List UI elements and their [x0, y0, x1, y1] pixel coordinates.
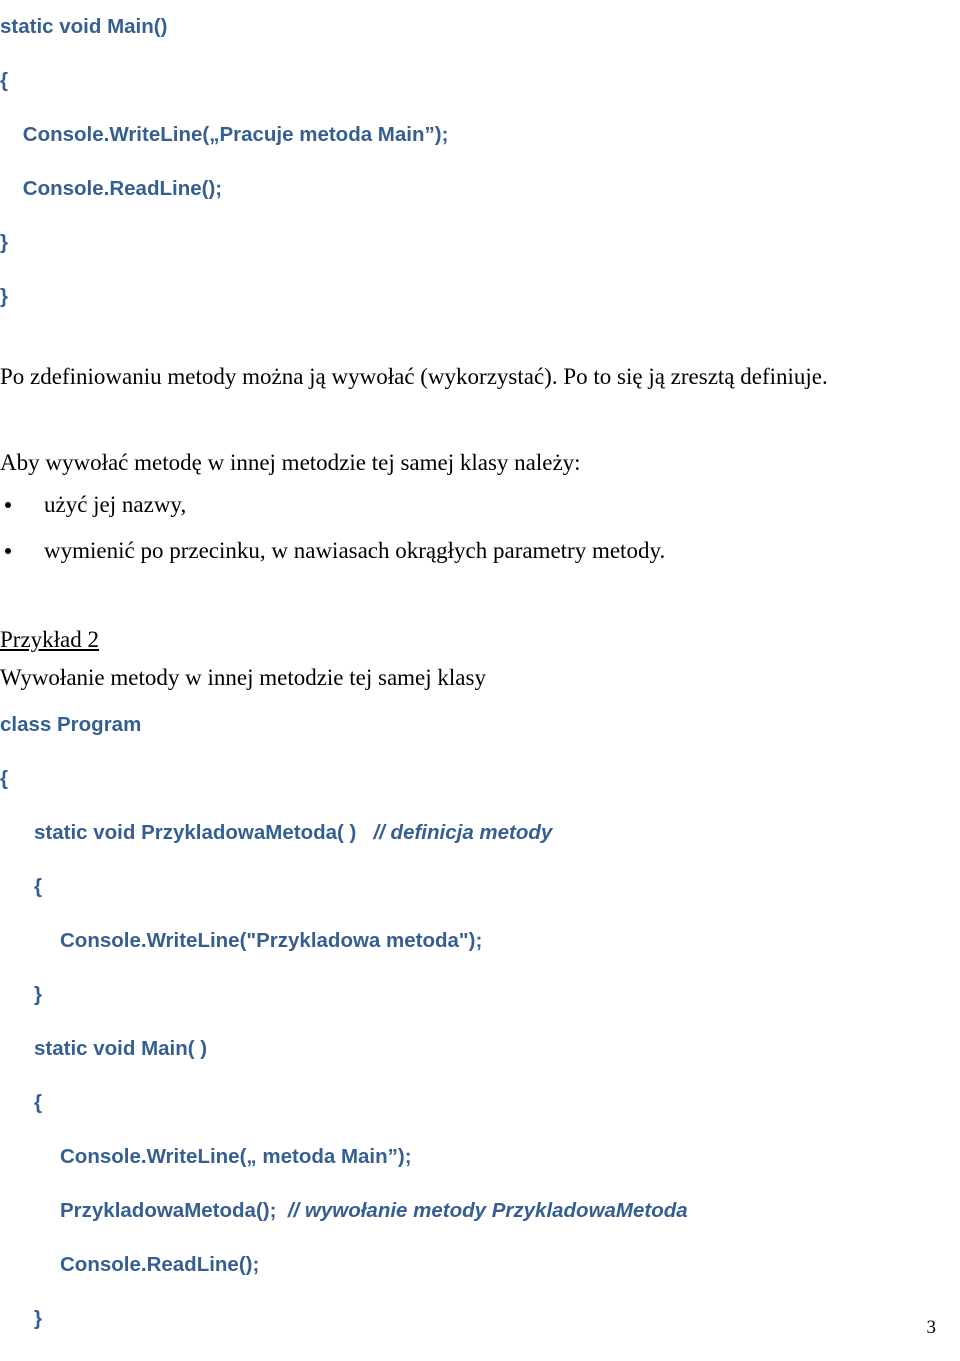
code-line: }: [34, 983, 42, 1006]
code-line: static void Main( ): [34, 1037, 208, 1060]
code-comment: // definicja metody: [373, 821, 553, 844]
code-line: Console.WriteLine(„ metoda Main”);: [60, 1145, 412, 1168]
paragraph-how-to-call: Aby wywołać metodę w innej metodzie tej …: [0, 450, 581, 475]
code-text: static void PrzykladowaMetoda( ): [34, 821, 357, 844]
page-content: static void Main() { Console.WriteLine(„…: [0, 0, 960, 1361]
paragraph-definition-usage: Po zdefiniowaniu metody można ją wywołać…: [0, 364, 828, 389]
code-line: }: [0, 285, 8, 308]
code-block-2: class Program { static void PrzykladowaM…: [0, 698, 960, 1361]
code-line: PrzykladowaMetoda(); // wywołanie metody…: [0, 1184, 960, 1238]
bullet-dot-icon: [5, 548, 11, 554]
list-item-label: użyć jej nazwy,: [44, 492, 187, 517]
page-number: 3: [926, 1317, 937, 1338]
code-line: Console.ReadLine();: [0, 177, 223, 200]
code-line: }: [0, 231, 8, 254]
code-line: {: [34, 1091, 42, 1114]
code-text: PrzykladowaMetoda();: [60, 1199, 277, 1222]
list-item: wymienić po przecinku, w nawiasach okrąg…: [0, 528, 960, 574]
example-label: Przykład 2: [0, 627, 100, 652]
code-line: static void Main(): [0, 15, 168, 38]
list-item-label: wymienić po przecinku, w nawiasach okrąg…: [44, 538, 666, 563]
code-line: }: [34, 1307, 42, 1330]
code-line: static void PrzykladowaMetoda( ) // defi…: [0, 806, 960, 860]
bullet-dot-icon: [5, 502, 11, 508]
code-line: {: [0, 767, 8, 790]
code-line: Console.ReadLine();: [60, 1253, 260, 1276]
document-page: static void Main() { Console.WriteLine(„…: [0, 0, 960, 1361]
code-block-1: static void Main() { Console.WriteLine(„…: [0, 0, 960, 324]
code-line: {: [34, 875, 42, 898]
code-line: Console.WriteLine(„Pracuje metoda Main”)…: [0, 123, 449, 146]
bullet-list: użyć jej nazwy, wymienić po przecinku, w…: [0, 482, 960, 574]
code-line: }: [0, 1346, 960, 1361]
code-comment: // wywołanie metody PrzykladowaMetoda: [287, 1199, 688, 1222]
code-line: {: [0, 69, 8, 92]
list-item: użyć jej nazwy,: [0, 482, 960, 528]
code-line: Console.WriteLine("Przykladowa metoda");: [60, 929, 483, 952]
code-line: class Program: [0, 713, 142, 736]
example-caption: Wywołanie metody w innej metodzie tej sa…: [0, 665, 486, 690]
